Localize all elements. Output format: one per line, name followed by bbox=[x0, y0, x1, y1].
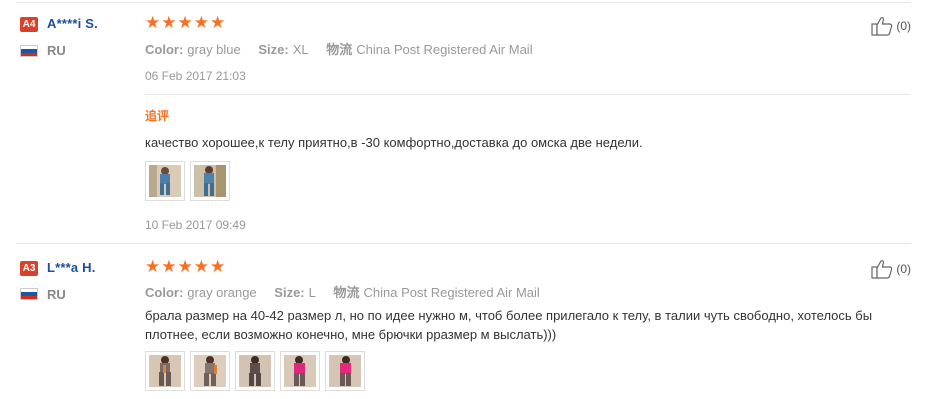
attr-key: 物流 bbox=[326, 42, 353, 57]
photo-image bbox=[329, 355, 361, 387]
photo-image bbox=[239, 355, 271, 387]
photo-thumbnail[interactable] bbox=[190, 351, 230, 391]
attr-key: Size: bbox=[258, 42, 289, 57]
photo-thumbnail[interactable] bbox=[145, 161, 185, 201]
order-attributes: Color: gray blue Size: XL 物流 China Post Reg… bbox=[145, 39, 547, 58]
helpful-button[interactable]: (0) bbox=[871, 16, 911, 36]
photo-thumbnail[interactable] bbox=[190, 161, 230, 201]
attr-key: Size: bbox=[274, 285, 305, 300]
attr-value: L bbox=[308, 285, 316, 300]
followup-date: 10 Feb 2017 09:49 bbox=[145, 218, 246, 232]
photo-image bbox=[149, 355, 181, 387]
divider bbox=[16, 243, 911, 244]
photo-thumbnail[interactable] bbox=[280, 351, 320, 391]
star-icon: ★ bbox=[161, 257, 177, 276]
attr-value: gray blue bbox=[187, 42, 241, 57]
photo-list bbox=[145, 161, 230, 201]
russia-flag-icon bbox=[20, 288, 38, 300]
attr-key: 物流 bbox=[333, 285, 360, 300]
buyer-name[interactable]: A****i S. bbox=[47, 16, 98, 31]
thumbs-up-icon bbox=[871, 17, 893, 36]
attr-value: gray orange bbox=[187, 285, 257, 300]
review-text: брала размер на 40-42 размер л, но по ид… bbox=[145, 308, 873, 342]
helpful-count: (0) bbox=[896, 19, 911, 33]
review-1: A4 A****i S. RU ★ ★ ★ ★ ★ Color: gray blu… bbox=[0, 0, 939, 243]
helpful-count: (0) bbox=[896, 262, 911, 276]
photo-image bbox=[149, 165, 181, 197]
photo-list bbox=[145, 351, 365, 391]
attr-key: Color: bbox=[145, 42, 184, 57]
star-icon: ★ bbox=[210, 13, 226, 32]
attr-value: XL bbox=[292, 42, 309, 57]
russia-flag-icon bbox=[20, 45, 38, 57]
photo-image bbox=[194, 165, 226, 197]
review-text: качество хорошее,к телу приятно,в -30 ко… bbox=[145, 135, 643, 150]
attr-key: Color: bbox=[145, 285, 184, 300]
divider bbox=[16, 2, 911, 3]
star-icon: ★ bbox=[177, 13, 193, 32]
star-icon: ★ bbox=[193, 13, 209, 32]
star-icon: ★ bbox=[161, 13, 177, 32]
attr-value: China Post Registered Air Mail bbox=[363, 285, 540, 300]
photo-thumbnail[interactable] bbox=[325, 351, 365, 391]
thumbs-up-icon bbox=[871, 260, 893, 279]
star-icon: ★ bbox=[210, 257, 226, 276]
review-2: A3 L***a H. RU ★ ★ ★ ★ ★ Color: gray oran… bbox=[0, 243, 939, 399]
star-icon: ★ bbox=[193, 257, 209, 276]
star-icon: ★ bbox=[145, 257, 161, 276]
buyer-name[interactable]: L***a H. bbox=[47, 260, 96, 275]
buyer-country: RU bbox=[47, 287, 66, 302]
order-attributes: Color: gray orange Size: L 物流 China Post Re… bbox=[145, 282, 554, 301]
attr-value: China Post Registered Air Mail bbox=[356, 42, 533, 57]
helpful-button[interactable]: (0) bbox=[871, 259, 911, 279]
divider bbox=[145, 94, 910, 95]
additional-feedback-label: 追评 bbox=[145, 109, 170, 123]
star-icon: ★ bbox=[177, 257, 193, 276]
photo-thumbnail[interactable] bbox=[235, 351, 275, 391]
buyer-level-badge: A4 bbox=[20, 17, 38, 32]
rating-stars: ★ ★ ★ ★ ★ bbox=[145, 14, 225, 31]
photo-image bbox=[284, 355, 316, 387]
rating-stars: ★ ★ ★ ★ ★ bbox=[145, 258, 225, 275]
photo-image bbox=[194, 355, 226, 387]
photo-thumbnail[interactable] bbox=[145, 351, 185, 391]
review-date: 06 Feb 2017 21:03 bbox=[145, 69, 246, 83]
buyer-country: RU bbox=[47, 43, 66, 58]
buyer-level-badge: A3 bbox=[20, 261, 38, 276]
star-icon: ★ bbox=[145, 13, 161, 32]
